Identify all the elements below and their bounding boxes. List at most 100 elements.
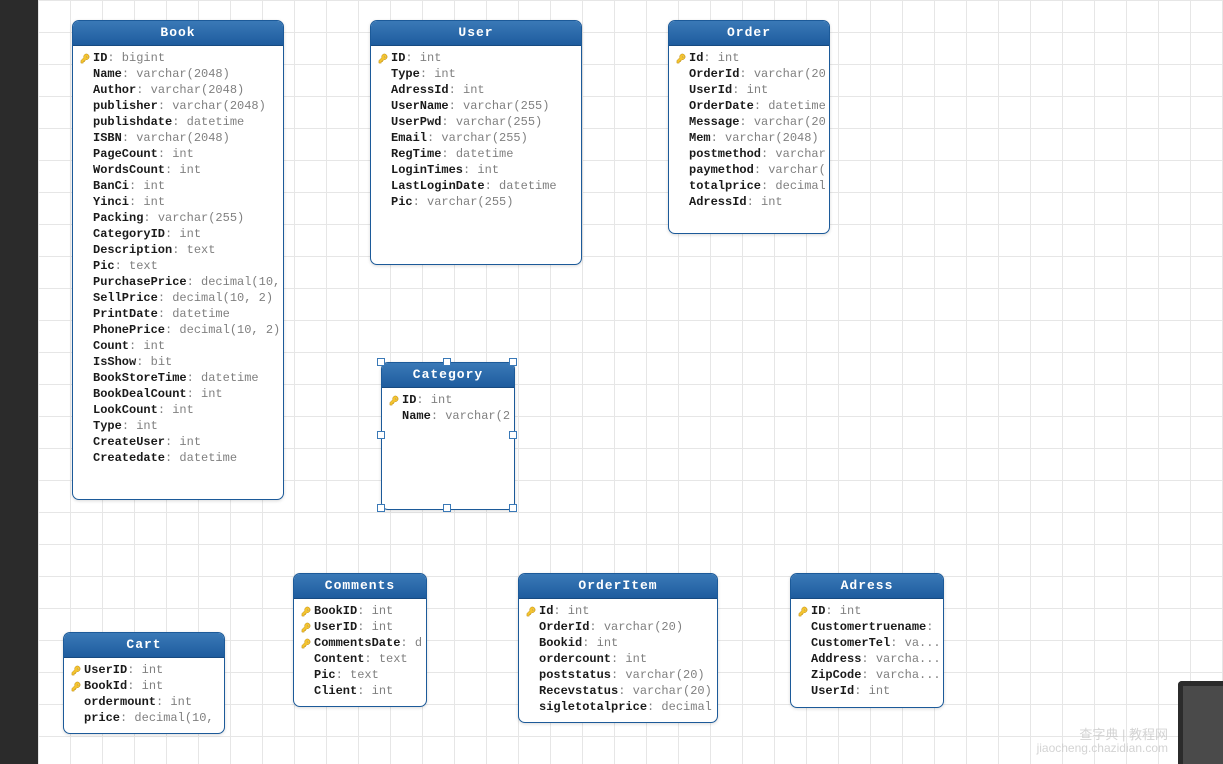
column-row[interactable]: ID: bigint	[77, 50, 279, 66]
entity-user[interactable]: User ID: intType: intAdressId: intUserNa…	[370, 20, 582, 265]
entity-adress[interactable]: Adress ID: intCustomertruename: ...Custo…	[790, 573, 944, 708]
column-row[interactable]: UserID: int	[298, 619, 422, 635]
entity-orderitem[interactable]: OrderItem Id: intOrderId: varchar(20)Boo…	[518, 573, 718, 723]
column-row[interactable]: Name: varchar(255)	[386, 408, 510, 424]
selection-handle[interactable]	[377, 358, 385, 366]
column-row[interactable]: BanCi: int	[77, 178, 279, 194]
column-row[interactable]: OrderId: varchar(20)	[673, 66, 825, 82]
column-row[interactable]: OrderId: varchar(20)	[523, 619, 713, 635]
column-row[interactable]: Email: varchar(255)	[375, 130, 577, 146]
selection-handle[interactable]	[377, 431, 385, 439]
entity-category[interactable]: Category ID: intName: varchar(255)	[381, 362, 515, 510]
column-row[interactable]: ID: int	[795, 603, 939, 619]
column-row[interactable]: poststatus: varchar(20)	[523, 667, 713, 683]
column-name: BanCi	[93, 179, 129, 193]
entity-title[interactable]: OrderItem	[519, 574, 717, 599]
entity-title[interactable]: Category	[382, 363, 514, 388]
column-row[interactable]: Pic: varchar(255)	[375, 194, 577, 210]
column-row[interactable]: Packing: varchar(255)	[77, 210, 279, 226]
column-row[interactable]: Yinci: int	[77, 194, 279, 210]
column-row[interactable]: ordermount: int	[68, 694, 220, 710]
column-row[interactable]: Name: varchar(2048)	[77, 66, 279, 82]
selection-handle[interactable]	[377, 504, 385, 512]
entity-title[interactable]: Order	[669, 21, 829, 46]
entity-book[interactable]: Book ID: bigintName: varchar(2048)Author…	[72, 20, 284, 500]
column-row[interactable]: Message: varchar(2048)	[673, 114, 825, 130]
column-row[interactable]: LookCount: int	[77, 402, 279, 418]
column-row[interactable]: Customertruename: ...	[795, 619, 939, 635]
scrollbar-corner[interactable]	[1178, 681, 1223, 764]
column-row[interactable]: IsShow: bit	[77, 354, 279, 370]
diagram-canvas[interactable]: Book ID: bigintName: varchar(2048)Author…	[38, 0, 1223, 764]
column-row[interactable]: UserID: int	[68, 662, 220, 678]
column-row[interactable]: Bookid: int	[523, 635, 713, 651]
column-row[interactable]: UserPwd: varchar(255)	[375, 114, 577, 130]
selection-handle[interactable]	[509, 504, 517, 512]
column-row[interactable]: BookId: int	[68, 678, 220, 694]
column-row[interactable]: ZipCode: varcha...	[795, 667, 939, 683]
selection-handle[interactable]	[509, 431, 517, 439]
column-row[interactable]: PageCount: int	[77, 146, 279, 162]
column-row[interactable]: totalprice: decimal...	[673, 178, 825, 194]
column-row[interactable]: postmethod: varchar...	[673, 146, 825, 162]
column-row[interactable]: Type: int	[77, 418, 279, 434]
column-row[interactable]: Count: int	[77, 338, 279, 354]
column-row[interactable]: publishdate: datetime	[77, 114, 279, 130]
column-row[interactable]: PrintDate: datetime	[77, 306, 279, 322]
entity-title[interactable]: Cart	[64, 633, 224, 658]
column-row[interactable]: ID: int	[375, 50, 577, 66]
column-row[interactable]: AdressId: int	[673, 194, 825, 210]
column-row[interactable]: BookDealCount: int	[77, 386, 279, 402]
column-row[interactable]: ordercount: int	[523, 651, 713, 667]
column-row[interactable]: Recevstatus: varchar(20)	[523, 683, 713, 699]
column-row[interactable]: ISBN: varchar(2048)	[77, 130, 279, 146]
column-row[interactable]: CreateUser: int	[77, 434, 279, 450]
column-row[interactable]: Content: text	[298, 651, 422, 667]
selection-handle[interactable]	[443, 504, 451, 512]
column-row[interactable]: price: decimal(10, 2)	[68, 710, 220, 726]
column-row[interactable]: CustomerTel: va...	[795, 635, 939, 651]
column-row[interactable]: Id: int	[673, 50, 825, 66]
column-row[interactable]: Address: varcha...	[795, 651, 939, 667]
column-row[interactable]: PhonePrice: decimal(10, 2)	[77, 322, 279, 338]
column-row[interactable]: Description: text	[77, 242, 279, 258]
column-row[interactable]: Client: int	[298, 683, 422, 699]
column-row[interactable]: Author: varchar(2048)	[77, 82, 279, 98]
entity-title[interactable]: User	[371, 21, 581, 46]
selection-handle[interactable]	[509, 358, 517, 366]
column-row[interactable]: Mem: varchar(2048)	[673, 130, 825, 146]
selection-handle[interactable]	[443, 358, 451, 366]
column-row[interactable]: Pic: text	[298, 667, 422, 683]
column-type: : int	[420, 67, 456, 81]
column-row[interactable]: paymethod: varchar(20)	[673, 162, 825, 178]
column-row[interactable]: LastLoginDate: datetime	[375, 178, 577, 194]
entity-title[interactable]: Book	[73, 21, 283, 46]
entity-comments[interactable]: Comments BookID: int UserID: int Comment…	[293, 573, 427, 707]
entity-title[interactable]: Adress	[791, 574, 943, 599]
column-row[interactable]: Createdate: datetime	[77, 450, 279, 466]
column-row[interactable]: UserId: int	[673, 82, 825, 98]
column-row[interactable]: PurchasePrice: decimal(10, 2)	[77, 274, 279, 290]
column-row[interactable]: Id: int	[523, 603, 713, 619]
column-row[interactable]: RegTime: datetime	[375, 146, 577, 162]
column-row[interactable]: BookStoreTime: datetime	[77, 370, 279, 386]
column-row[interactable]: BookID: int	[298, 603, 422, 619]
column-row[interactable]: publisher: varchar(2048)	[77, 98, 279, 114]
column-row[interactable]: ID: int	[386, 392, 510, 408]
column-type: : int	[165, 227, 201, 241]
column-row[interactable]: sigletotalprice: decimal(...	[523, 699, 713, 715]
entity-cart[interactable]: Cart UserID: int BookId: intordermount: …	[63, 632, 225, 734]
column-row[interactable]: CategoryID: int	[77, 226, 279, 242]
entity-title[interactable]: Comments	[294, 574, 426, 599]
column-row[interactable]: LoginTimes: int	[375, 162, 577, 178]
column-row[interactable]: CommentsDate: d...	[298, 635, 422, 651]
column-row[interactable]: UserId: int	[795, 683, 939, 699]
column-row[interactable]: WordsCount: int	[77, 162, 279, 178]
column-row[interactable]: Type: int	[375, 66, 577, 82]
column-row[interactable]: SellPrice: decimal(10, 2)	[77, 290, 279, 306]
column-row[interactable]: Pic: text	[77, 258, 279, 274]
column-row[interactable]: UserName: varchar(255)	[375, 98, 577, 114]
entity-order[interactable]: Order Id: intOrderId: varchar(20)UserId:…	[668, 20, 830, 234]
column-row[interactable]: OrderDate: datetime	[673, 98, 825, 114]
column-row[interactable]: AdressId: int	[375, 82, 577, 98]
